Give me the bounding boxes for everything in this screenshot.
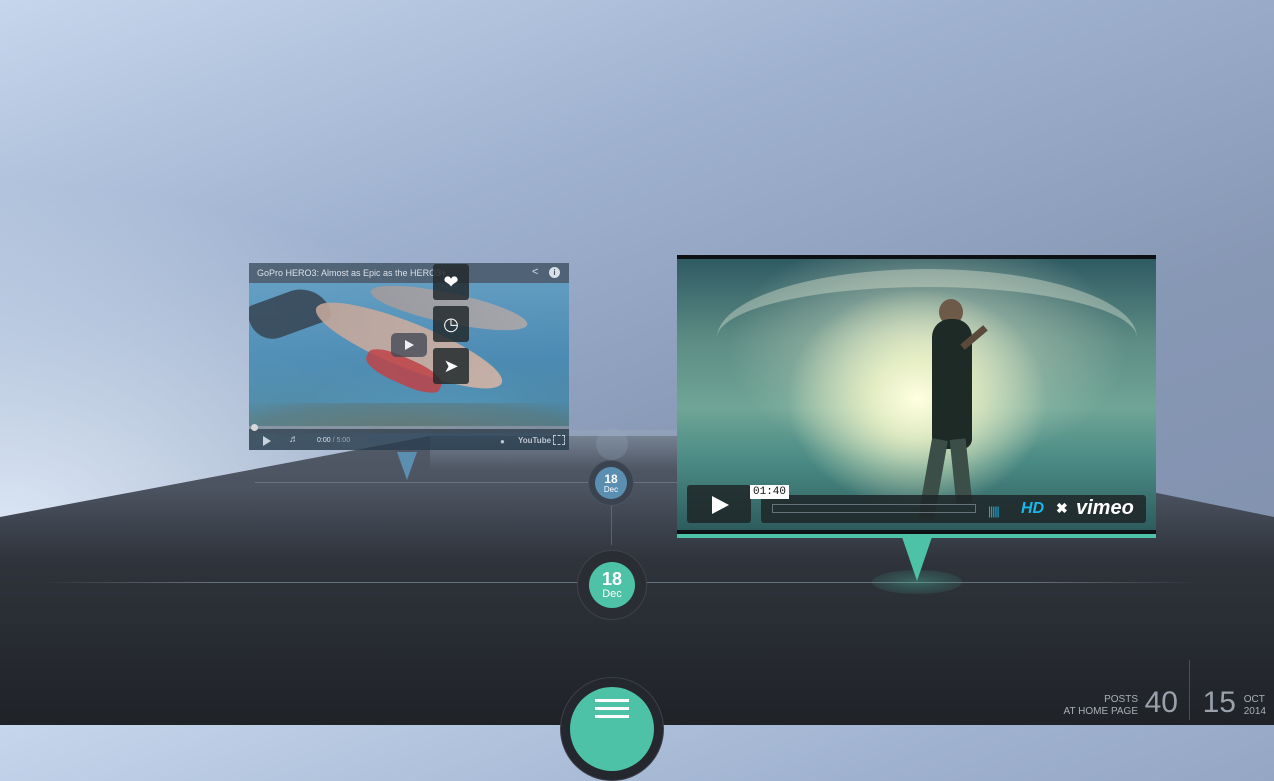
share-icon[interactable]: < (532, 266, 544, 278)
clock-icon[interactable]: ◷ (433, 306, 469, 342)
youtube-time: 0:00 / 5:00 (317, 437, 350, 444)
front-date-month: Dec (602, 587, 622, 600)
heart-icon[interactable]: ❤ (433, 264, 469, 300)
front-card-pin (902, 537, 932, 581)
youtube-control-play-icon[interactable] (263, 436, 271, 446)
send-icon[interactable]: ➤ (433, 348, 469, 384)
youtube-logo[interactable]: YouTube (518, 436, 551, 445)
vimeo-time-tooltip: 01:40 (750, 485, 790, 499)
back-date-day: 18 (604, 471, 618, 486)
hd-toggle[interactable]: HD (1021, 500, 1044, 518)
post-stats: POSTS AT HOME PAGE 40 15 OCT 2014 (1036, 660, 1266, 720)
volume-icon[interactable]: ||||| (988, 504, 1000, 518)
youtube-progress-bar[interactable] (249, 426, 569, 429)
date-day: 15 (1202, 686, 1236, 719)
back-date-badge[interactable]: 18 Dec (588, 460, 634, 506)
fullscreen-icon[interactable]: ✖ (1056, 500, 1068, 517)
wave (717, 269, 1137, 407)
vimeo-logo[interactable]: vimeo (1076, 497, 1134, 520)
stats-divider (1189, 660, 1190, 720)
annotations-icon[interactable]: ● (500, 437, 505, 446)
youtube-video-title[interactable]: GoPro HERO3: Almost as Epic as the HERO3… (257, 268, 446, 278)
vimeo-progress-track[interactable] (772, 504, 976, 513)
info-icon[interactable]: i (549, 267, 560, 278)
back-date-month: Dec (603, 484, 619, 494)
hamburger-icon[interactable] (595, 699, 629, 702)
youtube-play-button[interactable] (391, 333, 427, 357)
fullscreen-icon[interactable] (553, 435, 565, 445)
ghost-date-badge (596, 428, 628, 460)
front-date-day: 18 (601, 568, 623, 589)
youtube-time-current: 0:00 (317, 437, 331, 444)
date-month-year: OCT 2014 (1243, 694, 1266, 717)
hamburger-icon-line[interactable] (595, 707, 629, 710)
vimeo-video-card[interactable]: 01:40 ||||| HD ✖ vimeo (677, 255, 1156, 538)
back-card-pin (397, 452, 417, 480)
timeline-connector (611, 505, 612, 545)
youtube-video-card[interactable]: GoPro HERO3: Almost as Epic as the HERO3… (249, 263, 569, 450)
volume-icon[interactable]: ♬ (289, 434, 299, 445)
front-date-badge[interactable]: 18 Dec (577, 550, 647, 620)
youtube-progress-knob[interactable] (251, 424, 258, 431)
posts-label: POSTS AT HOME PAGE (1063, 694, 1138, 717)
vimeo-play-button[interactable] (687, 485, 751, 523)
youtube-time-total: / 5:00 (330, 437, 351, 444)
hamburger-icon-line[interactable] (595, 715, 629, 718)
posts-count: 40 (1144, 686, 1178, 719)
